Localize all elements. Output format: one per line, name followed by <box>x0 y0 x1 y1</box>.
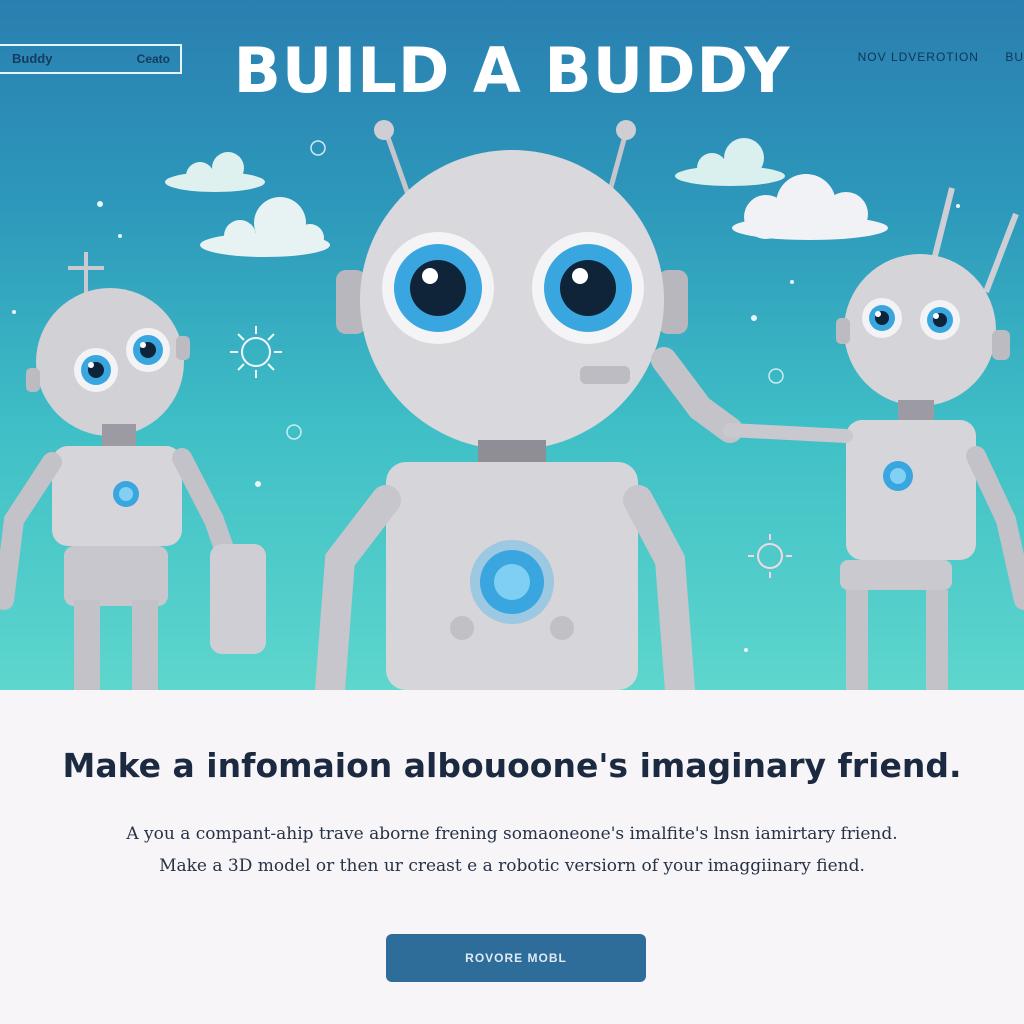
description-line-1: A you a compant-ahip trave aborne frenin… <box>126 824 898 844</box>
content-section: Make a infomaion albouoone's imaginary f… <box>0 690 1024 1024</box>
headline: Make a infomaion albouoone's imaginary f… <box>62 746 962 785</box>
cloud-icon <box>165 152 265 192</box>
top-nav-right: NOV LDVEROTION BU <box>836 50 1024 64</box>
cloud-icon <box>200 197 330 257</box>
center-robot <box>315 120 743 690</box>
right-robot <box>723 187 1024 690</box>
hero-section: Buddy Ceato BUILD A BUDDY NOV LDVEROTION… <box>0 0 1024 690</box>
left-robot <box>0 252 266 690</box>
cta-button[interactable]: ROVORE MOBL <box>386 934 646 982</box>
description-line-2: Make a 3D model or then ur creast e a ro… <box>159 856 865 876</box>
nav-link-2[interactable]: BU <box>1005 50 1024 64</box>
sun-icon <box>230 326 282 378</box>
page-title: BUILD A BUDDY <box>233 34 791 107</box>
cloud-icon <box>675 138 785 186</box>
nav-link-1[interactable]: NOV LDVEROTION <box>858 50 979 64</box>
sun-icon <box>748 534 792 578</box>
